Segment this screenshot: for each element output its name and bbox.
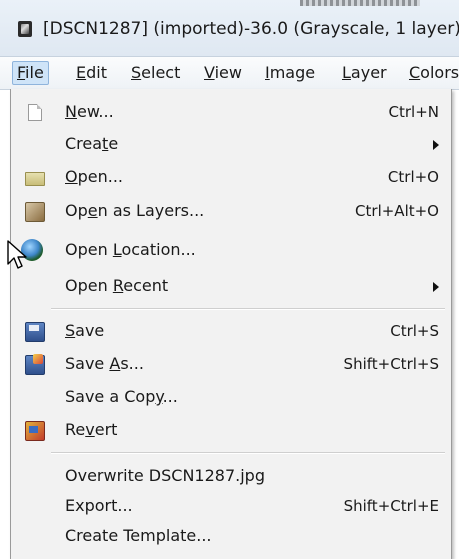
menu-item-open[interactable]: Open... Ctrl+O bbox=[11, 162, 451, 192]
menu-item-label: Save As... bbox=[65, 354, 144, 373]
menu-separator bbox=[51, 452, 445, 454]
open-layers-icon bbox=[25, 202, 45, 222]
menu-item-save[interactable]: Save Ctrl+S bbox=[11, 316, 451, 346]
mouse-cursor-icon bbox=[7, 240, 27, 269]
menu-item-label: Revert bbox=[65, 420, 118, 439]
menu-item-open-location[interactable]: Open Location... bbox=[11, 235, 451, 265]
file-menu-dropdown: New... Ctrl+N Create Open... Ctrl+O Open… bbox=[10, 89, 452, 559]
menu-item-label: Save bbox=[65, 321, 105, 340]
menu-item-create-template[interactable]: Create Template... bbox=[11, 521, 451, 551]
menu-item-label: Create bbox=[65, 134, 119, 153]
window-title: [DSCN1287] (imported)-36.0 (Grayscale, 1… bbox=[43, 19, 459, 39]
menu-item-open-recent[interactable]: Open Recent bbox=[11, 271, 451, 301]
menu-item-save-as[interactable]: Save As... Shift+Ctrl+S bbox=[11, 349, 451, 379]
menu-select[interactable]: Select bbox=[127, 62, 184, 84]
background-image-fragment bbox=[300, 0, 420, 6]
menu-item-label: Export... bbox=[65, 496, 133, 515]
menu-item-export[interactable]: Export... Shift+Ctrl+E bbox=[11, 491, 451, 521]
menu-item-label: Open Location... bbox=[65, 240, 196, 259]
shortcut-label: Ctrl+S bbox=[390, 322, 439, 340]
submenu-arrow-icon bbox=[433, 140, 439, 150]
menu-file[interactable]: File bbox=[12, 61, 49, 85]
menu-item-create[interactable]: Create bbox=[11, 129, 451, 159]
menu-edit[interactable]: Edit bbox=[72, 62, 111, 84]
shortcut-label: Shift+Ctrl+E bbox=[343, 497, 439, 515]
shortcut-label: Ctrl+N bbox=[388, 103, 439, 121]
menu-item-label: Overwrite DSCN1287.jpg bbox=[65, 466, 265, 485]
submenu-arrow-icon bbox=[433, 282, 439, 292]
menu-view[interactable]: View bbox=[200, 62, 246, 84]
menu-item-label: Open as Layers... bbox=[65, 201, 205, 220]
new-document-icon bbox=[28, 104, 42, 121]
menu-item-label: Open... bbox=[65, 167, 123, 186]
open-folder-icon bbox=[25, 172, 45, 186]
app-icon bbox=[18, 21, 32, 37]
menu-item-label: Create Template... bbox=[65, 526, 212, 545]
menu-item-open-as-layers[interactable]: Open as Layers... Ctrl+Alt+O bbox=[11, 196, 451, 226]
menu-image[interactable]: Image bbox=[261, 62, 319, 84]
menubar: File Edit Select View Image Layer Colors bbox=[0, 57, 459, 90]
save-as-icon bbox=[25, 354, 45, 375]
save-icon bbox=[25, 322, 45, 342]
menu-item-label: Open Recent bbox=[65, 276, 169, 295]
menu-item-new[interactable]: New... Ctrl+N bbox=[11, 97, 451, 127]
shortcut-label: Shift+Ctrl+S bbox=[343, 355, 439, 373]
menu-item-label: Save a Copy... bbox=[65, 387, 178, 406]
shortcut-label: Ctrl+Alt+O bbox=[355, 202, 439, 220]
window-titlebar: [DSCN1287] (imported)-36.0 (Grayscale, 1… bbox=[0, 0, 459, 57]
shortcut-label: Ctrl+O bbox=[387, 168, 439, 186]
revert-icon bbox=[25, 421, 45, 441]
menu-item-revert[interactable]: Revert bbox=[11, 415, 451, 445]
menu-colors[interactable]: Colors bbox=[405, 62, 459, 84]
menu-item-save-a-copy[interactable]: Save a Copy... bbox=[11, 382, 451, 412]
menu-separator bbox=[51, 308, 445, 310]
menu-layer[interactable]: Layer bbox=[338, 62, 391, 84]
menu-item-label: New... bbox=[65, 102, 114, 121]
menu-item-overwrite[interactable]: Overwrite DSCN1287.jpg bbox=[11, 461, 451, 491]
